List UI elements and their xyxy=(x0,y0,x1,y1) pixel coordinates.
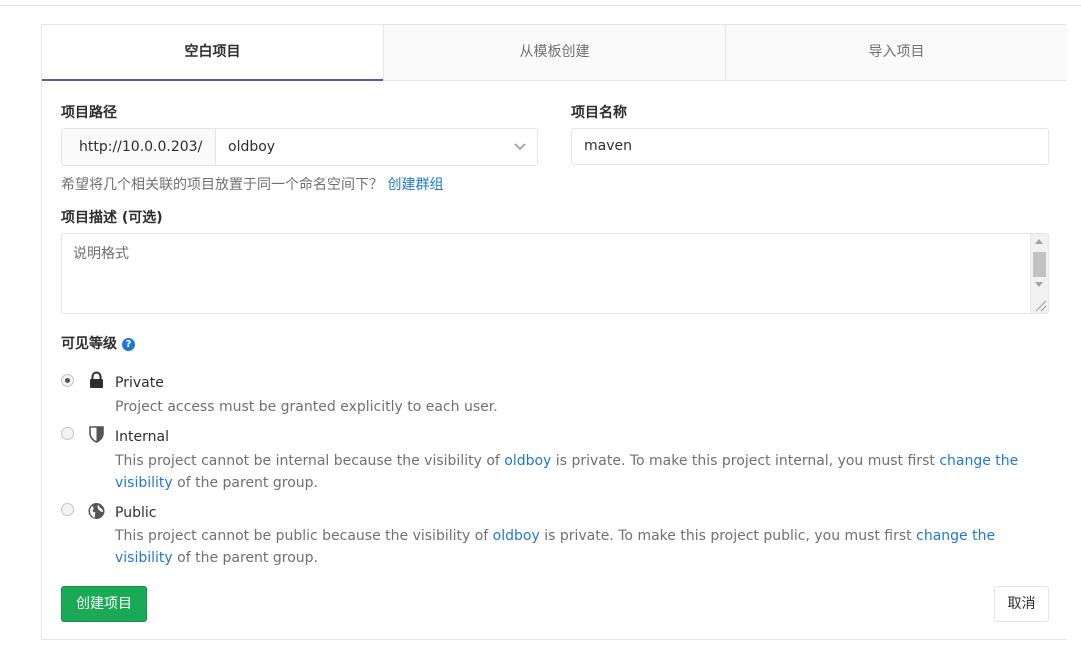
tab-import-project[interactable]: 导入项目 xyxy=(725,25,1067,80)
namespace-select[interactable]: oldboy xyxy=(215,128,538,166)
project-name-label: 项目名称 xyxy=(571,105,627,121)
visibility-internal-radio[interactable] xyxy=(61,427,74,440)
chevron-down-icon xyxy=(514,143,526,151)
tab-blank-project[interactable]: 空白项目 xyxy=(42,25,383,81)
create-project-button[interactable]: 创建项目 xyxy=(61,586,147,622)
project-description-textarea[interactable]: 说明格式 xyxy=(61,233,1049,314)
namespace-help: 希望将几个相关联的项目放置于同一个命名空间下？ xyxy=(61,177,383,193)
visibility-public-description: This project cannot be public because th… xyxy=(115,525,1050,569)
project-name-input[interactable]: maven xyxy=(571,128,1049,165)
visibility-private-radio[interactable] xyxy=(61,374,74,387)
visibility-public-title: Public xyxy=(115,505,157,521)
project-path-label: 项目路径 xyxy=(61,105,117,121)
namespace-help-text: 希望将几个相关联的项目放置于同一个命名空间下？ 创建群组 xyxy=(61,174,443,194)
visibility-internal-title: Internal xyxy=(115,429,169,445)
globe-icon xyxy=(88,503,105,519)
visibility-internal-description: This project cannot be internal because … xyxy=(115,450,1050,494)
top-divider xyxy=(0,5,1081,6)
shield-icon xyxy=(89,426,104,443)
visibility-private-title: Private xyxy=(115,375,164,391)
namespace-value: oldboy xyxy=(228,139,276,155)
help-icon[interactable]: ? xyxy=(122,338,135,351)
internal-desc-part-2: is private. To make this project interna… xyxy=(551,453,940,469)
public-group-link[interactable]: oldboy xyxy=(493,528,540,544)
internal-desc-part-3: of the parent group. xyxy=(172,475,318,491)
visibility-public-radio[interactable] xyxy=(61,503,74,516)
resize-grip-icon[interactable] xyxy=(1033,298,1047,312)
project-description-label: 项目描述 (可选) xyxy=(61,210,163,226)
visibility-private-description: Project access must be granted explicitl… xyxy=(115,399,498,415)
scroll-thumb[interactable] xyxy=(1033,252,1046,277)
tab-create-from-template[interactable]: 从模板创建 xyxy=(383,25,725,80)
create-group-link[interactable]: 创建群组 xyxy=(387,177,443,193)
visibility-label-text: 可见等级 xyxy=(61,336,117,352)
visibility-level-label: 可见等级? xyxy=(61,333,135,353)
lock-icon xyxy=(90,371,103,388)
public-desc-part-3: of the parent group. xyxy=(172,550,318,566)
public-desc-part-1: This project cannot be public because th… xyxy=(115,528,493,544)
description-placeholder: 说明格式 xyxy=(73,246,129,262)
url-prefix: http://10.0.0.203/ xyxy=(61,128,215,166)
project-source-tabs: 空白项目 从模板创建 导入项目 xyxy=(42,25,1067,81)
scroll-down-arrow-icon[interactable] xyxy=(1035,282,1043,287)
internal-desc-part-1: This project cannot be internal because … xyxy=(115,453,505,469)
internal-group-link[interactable]: oldboy xyxy=(504,453,551,469)
public-desc-part-2: is private. To make this project public,… xyxy=(539,528,917,544)
scroll-up-arrow-icon[interactable] xyxy=(1035,239,1043,244)
new-project-panel: 空白项目 从模板创建 导入项目 项目路径 项目名称 http://10.0.0.… xyxy=(41,24,1067,640)
cancel-button[interactable]: 取消 xyxy=(994,586,1049,622)
